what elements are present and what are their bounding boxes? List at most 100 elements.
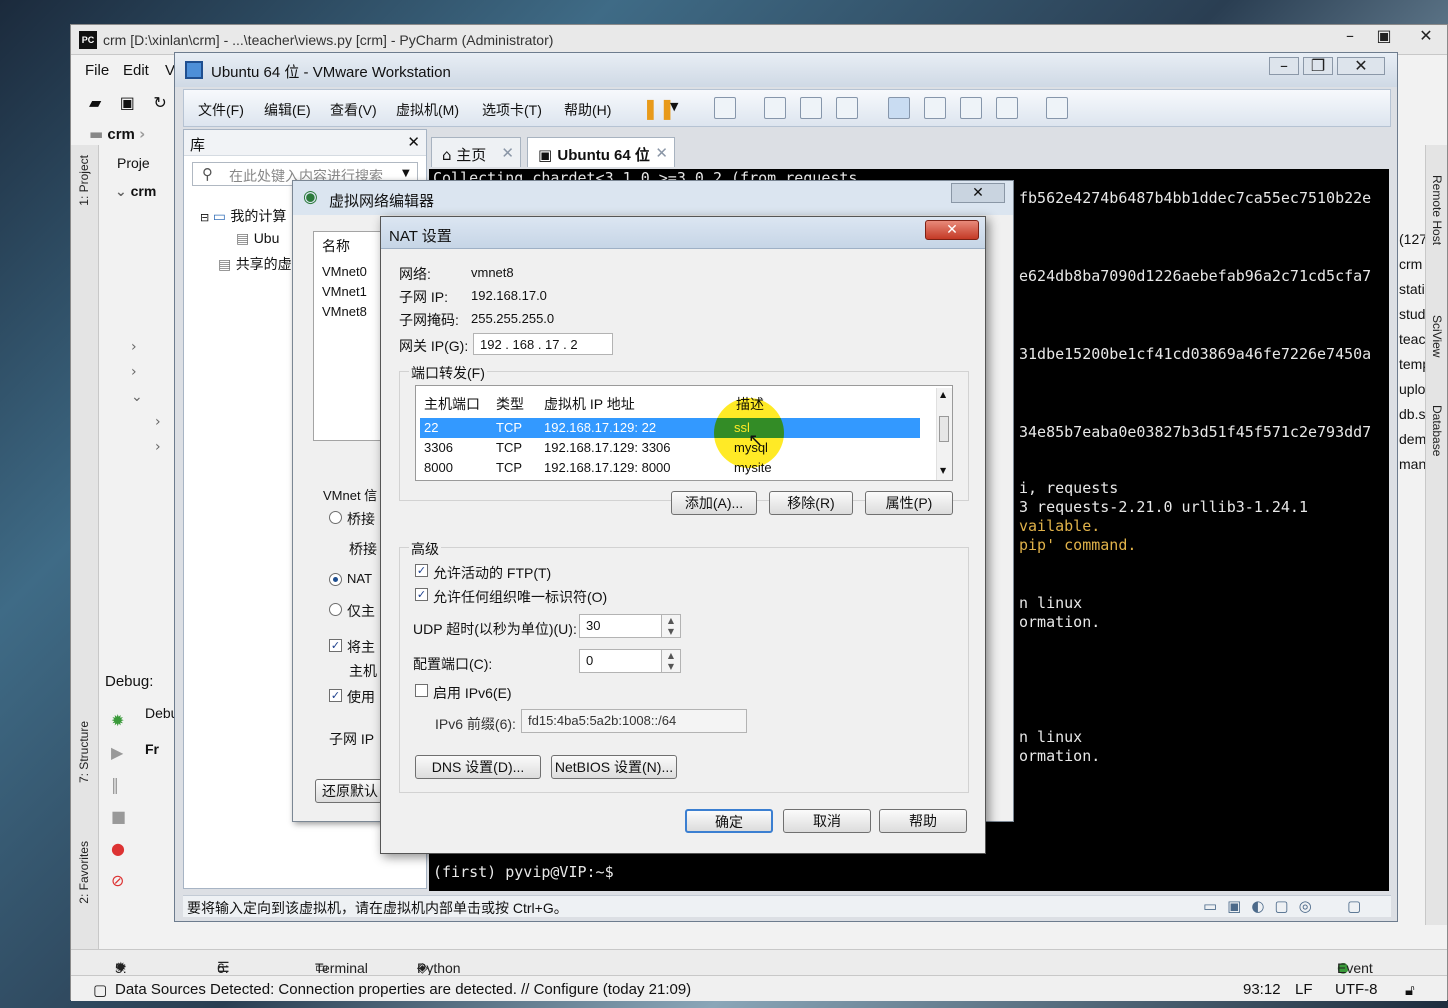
add-rule-button[interactable]: 添加(A)... <box>671 491 757 515</box>
resume-icon[interactable]: ▶ <box>111 737 126 769</box>
debug-frames[interactable]: Fr <box>145 741 159 757</box>
netbios-settings-button[interactable]: NetBIOS 设置(N)... <box>551 755 677 779</box>
close-tab-icon[interactable]: ✕ <box>655 144 668 162</box>
scroll-down-icon[interactable]: ▼ <box>940 466 946 475</box>
scroll-thumb[interactable] <box>939 416 949 442</box>
column-header[interactable]: 主机端口 <box>424 394 480 414</box>
pause-icon[interactable]: ‖ <box>111 769 126 801</box>
tree-ubuntu[interactable]: ▤ Ubu <box>236 230 279 247</box>
help-button[interactable]: 帮助 <box>879 809 967 833</box>
message-icon[interactable]: ▢ <box>1347 897 1361 915</box>
open-folder-icon[interactable]: ▰ <box>89 93 101 112</box>
project-label[interactable]: Proje <box>117 155 150 171</box>
vnet-row[interactable]: VMnet0 <box>322 264 367 279</box>
mute-breakpoints-icon[interactable]: ⊘ <box>111 865 126 897</box>
nat-radio[interactable] <box>329 573 342 586</box>
tab-database[interactable]: Database <box>1430 405 1444 456</box>
menu-help[interactable]: 帮助(H) <box>564 100 611 120</box>
thumbnail-icon[interactable] <box>924 97 946 119</box>
config-port-spinner[interactable]: ▲ ▼ <box>661 649 681 673</box>
tree-my-computer[interactable]: ⊟ ▭ 我的计算 <box>200 206 286 226</box>
use-dhcp-checkbox[interactable]: ✓ <box>329 689 342 702</box>
show-library-icon[interactable] <box>888 97 910 119</box>
udp-timeout-spinner[interactable]: ▲ ▼ <box>661 614 681 638</box>
send-ctrl-alt-del-icon[interactable] <box>714 97 736 119</box>
chevron-down-icon[interactable]: ⌄ <box>131 385 161 410</box>
console-view-icon[interactable] <box>1046 97 1068 119</box>
sync-icon[interactable]: ↻ <box>153 93 166 112</box>
lock-icon[interactable]: 🔓︎ <box>1405 981 1415 999</box>
tree-shared-vms[interactable]: ▤ 共享的虚 <box>218 254 292 274</box>
fullscreen-icon[interactable] <box>960 97 982 119</box>
ipv6-prefix-input[interactable]: fd15:4ba5:5a2b:1008::/64 <box>521 709 747 733</box>
remove-rule-button[interactable]: 移除(R) <box>769 491 853 515</box>
host-only-radio[interactable] <box>329 603 342 616</box>
caret-position[interactable]: 93:12 <box>1243 981 1281 998</box>
close-icon[interactable]: ✕ <box>925 220 979 240</box>
tab-remote-host[interactable]: Remote Host <box>1430 175 1444 245</box>
revert-snapshot-icon[interactable] <box>800 97 822 119</box>
table-row[interactable]: 3306 TCP 192.168.17.129: 3306 mysql <box>420 438 920 458</box>
chevron-down-icon[interactable]: ▼ <box>402 168 410 179</box>
chevron-right-icon[interactable]: › <box>131 335 161 360</box>
snapshot-icon[interactable] <box>764 97 786 119</box>
gateway-ip-input[interactable]: 192 . 168 . 17 . 2 <box>473 333 613 355</box>
close-tab-icon[interactable]: ✕ <box>501 144 514 162</box>
vnet-row[interactable]: VMnet8 <box>322 304 367 319</box>
status-message[interactable]: Data Sources Detected: Connection proper… <box>115 981 691 998</box>
stop-icon[interactable]: ■ <box>111 801 126 833</box>
close-icon[interactable]: ✕ <box>951 183 1005 203</box>
chevron-right-icon[interactable]: › <box>155 410 161 435</box>
menu-view[interactable]: 查看(V) <box>330 100 377 120</box>
cancel-button[interactable]: 取消 <box>783 809 871 833</box>
breakpoints-icon[interactable]: ● <box>111 833 126 865</box>
connect-host-checkbox[interactable]: ✓ <box>329 639 342 652</box>
table-row[interactable]: 8000 TCP 192.168.17.129: 8000 mysite <box>420 458 920 478</box>
status-icon[interactable]: ▢ <box>93 981 107 999</box>
menu-tabs[interactable]: 选项卡(T) <box>482 100 542 120</box>
tab-sciview[interactable]: SciView <box>1430 315 1444 357</box>
table-row[interactable]: 22 TCP 192.168.17.129: 22 ssl <box>420 418 920 438</box>
chevron-down-icon[interactable]: ▼ <box>670 100 678 113</box>
ok-button[interactable]: 确定 <box>685 809 773 833</box>
tab-favorites[interactable]: 2: Favorites <box>77 841 91 904</box>
config-port-input[interactable]: 0 <box>579 649 663 673</box>
tab-home[interactable]: ⌂ 主页 ✕ <box>431 137 521 167</box>
tab-structure[interactable]: 7: Structure <box>77 721 91 783</box>
bridge-radio[interactable] <box>329 511 342 524</box>
minimize-icon[interactable]: – <box>1269 57 1299 75</box>
dns-settings-button[interactable]: DNS 设置(D)... <box>415 755 541 779</box>
restore-defaults-button[interactable]: 还原默认 <box>315 779 385 803</box>
close-icon[interactable]: ✕ <box>407 133 420 151</box>
menu-edit[interactable]: Edit <box>123 62 149 79</box>
maximize-icon[interactable]: ▣ <box>1367 25 1401 47</box>
file-encoding[interactable]: UTF-8 <box>1335 981 1378 998</box>
project-root[interactable]: ⌄ crm <box>115 183 156 200</box>
column-header[interactable]: 虚拟机 IP 地址 <box>544 394 635 414</box>
allow-oui-checkbox[interactable]: ✓ <box>415 588 428 601</box>
column-header[interactable]: 类型 <box>496 394 524 414</box>
menu-file[interactable]: File <box>85 62 109 79</box>
vnet-row[interactable]: VMnet1 <box>322 284 367 299</box>
line-separator[interactable]: LF <box>1295 981 1313 998</box>
tab-ubuntu[interactable]: ▣ Ubuntu 64 位 ✕ <box>527 137 675 167</box>
rule-properties-button[interactable]: 属性(P) <box>865 491 953 515</box>
menu-edit[interactable]: 编辑(E) <box>264 100 311 120</box>
snapshot-manager-icon[interactable] <box>836 97 858 119</box>
chevron-right-icon[interactable]: › <box>131 360 161 385</box>
menu-file[interactable]: 文件(F) <box>198 100 244 120</box>
table-scrollbar[interactable]: ▲ ▼ <box>936 388 952 480</box>
bug-icon[interactable]: ✹ <box>111 705 126 737</box>
scroll-up-icon[interactable]: ▲ <box>940 390 946 399</box>
udp-timeout-input[interactable]: 30 <box>579 614 663 638</box>
enable-ipv6-checkbox[interactable] <box>415 684 428 697</box>
menu-vm[interactable]: 虚拟机(M) <box>396 100 459 120</box>
breadcrumb-crm[interactable]: crm <box>107 126 135 143</box>
close-icon[interactable]: ✕ <box>1409 25 1443 47</box>
close-icon[interactable]: ✕ <box>1337 57 1385 75</box>
chevron-right-icon[interactable]: › <box>155 435 161 460</box>
restore-icon[interactable]: ❐ <box>1303 57 1333 75</box>
device-icons[interactable]: ▭▣◐▢◎ <box>1203 897 1322 915</box>
minimize-icon[interactable]: – <box>1333 25 1367 47</box>
save-icon[interactable]: ▣ <box>120 93 135 112</box>
